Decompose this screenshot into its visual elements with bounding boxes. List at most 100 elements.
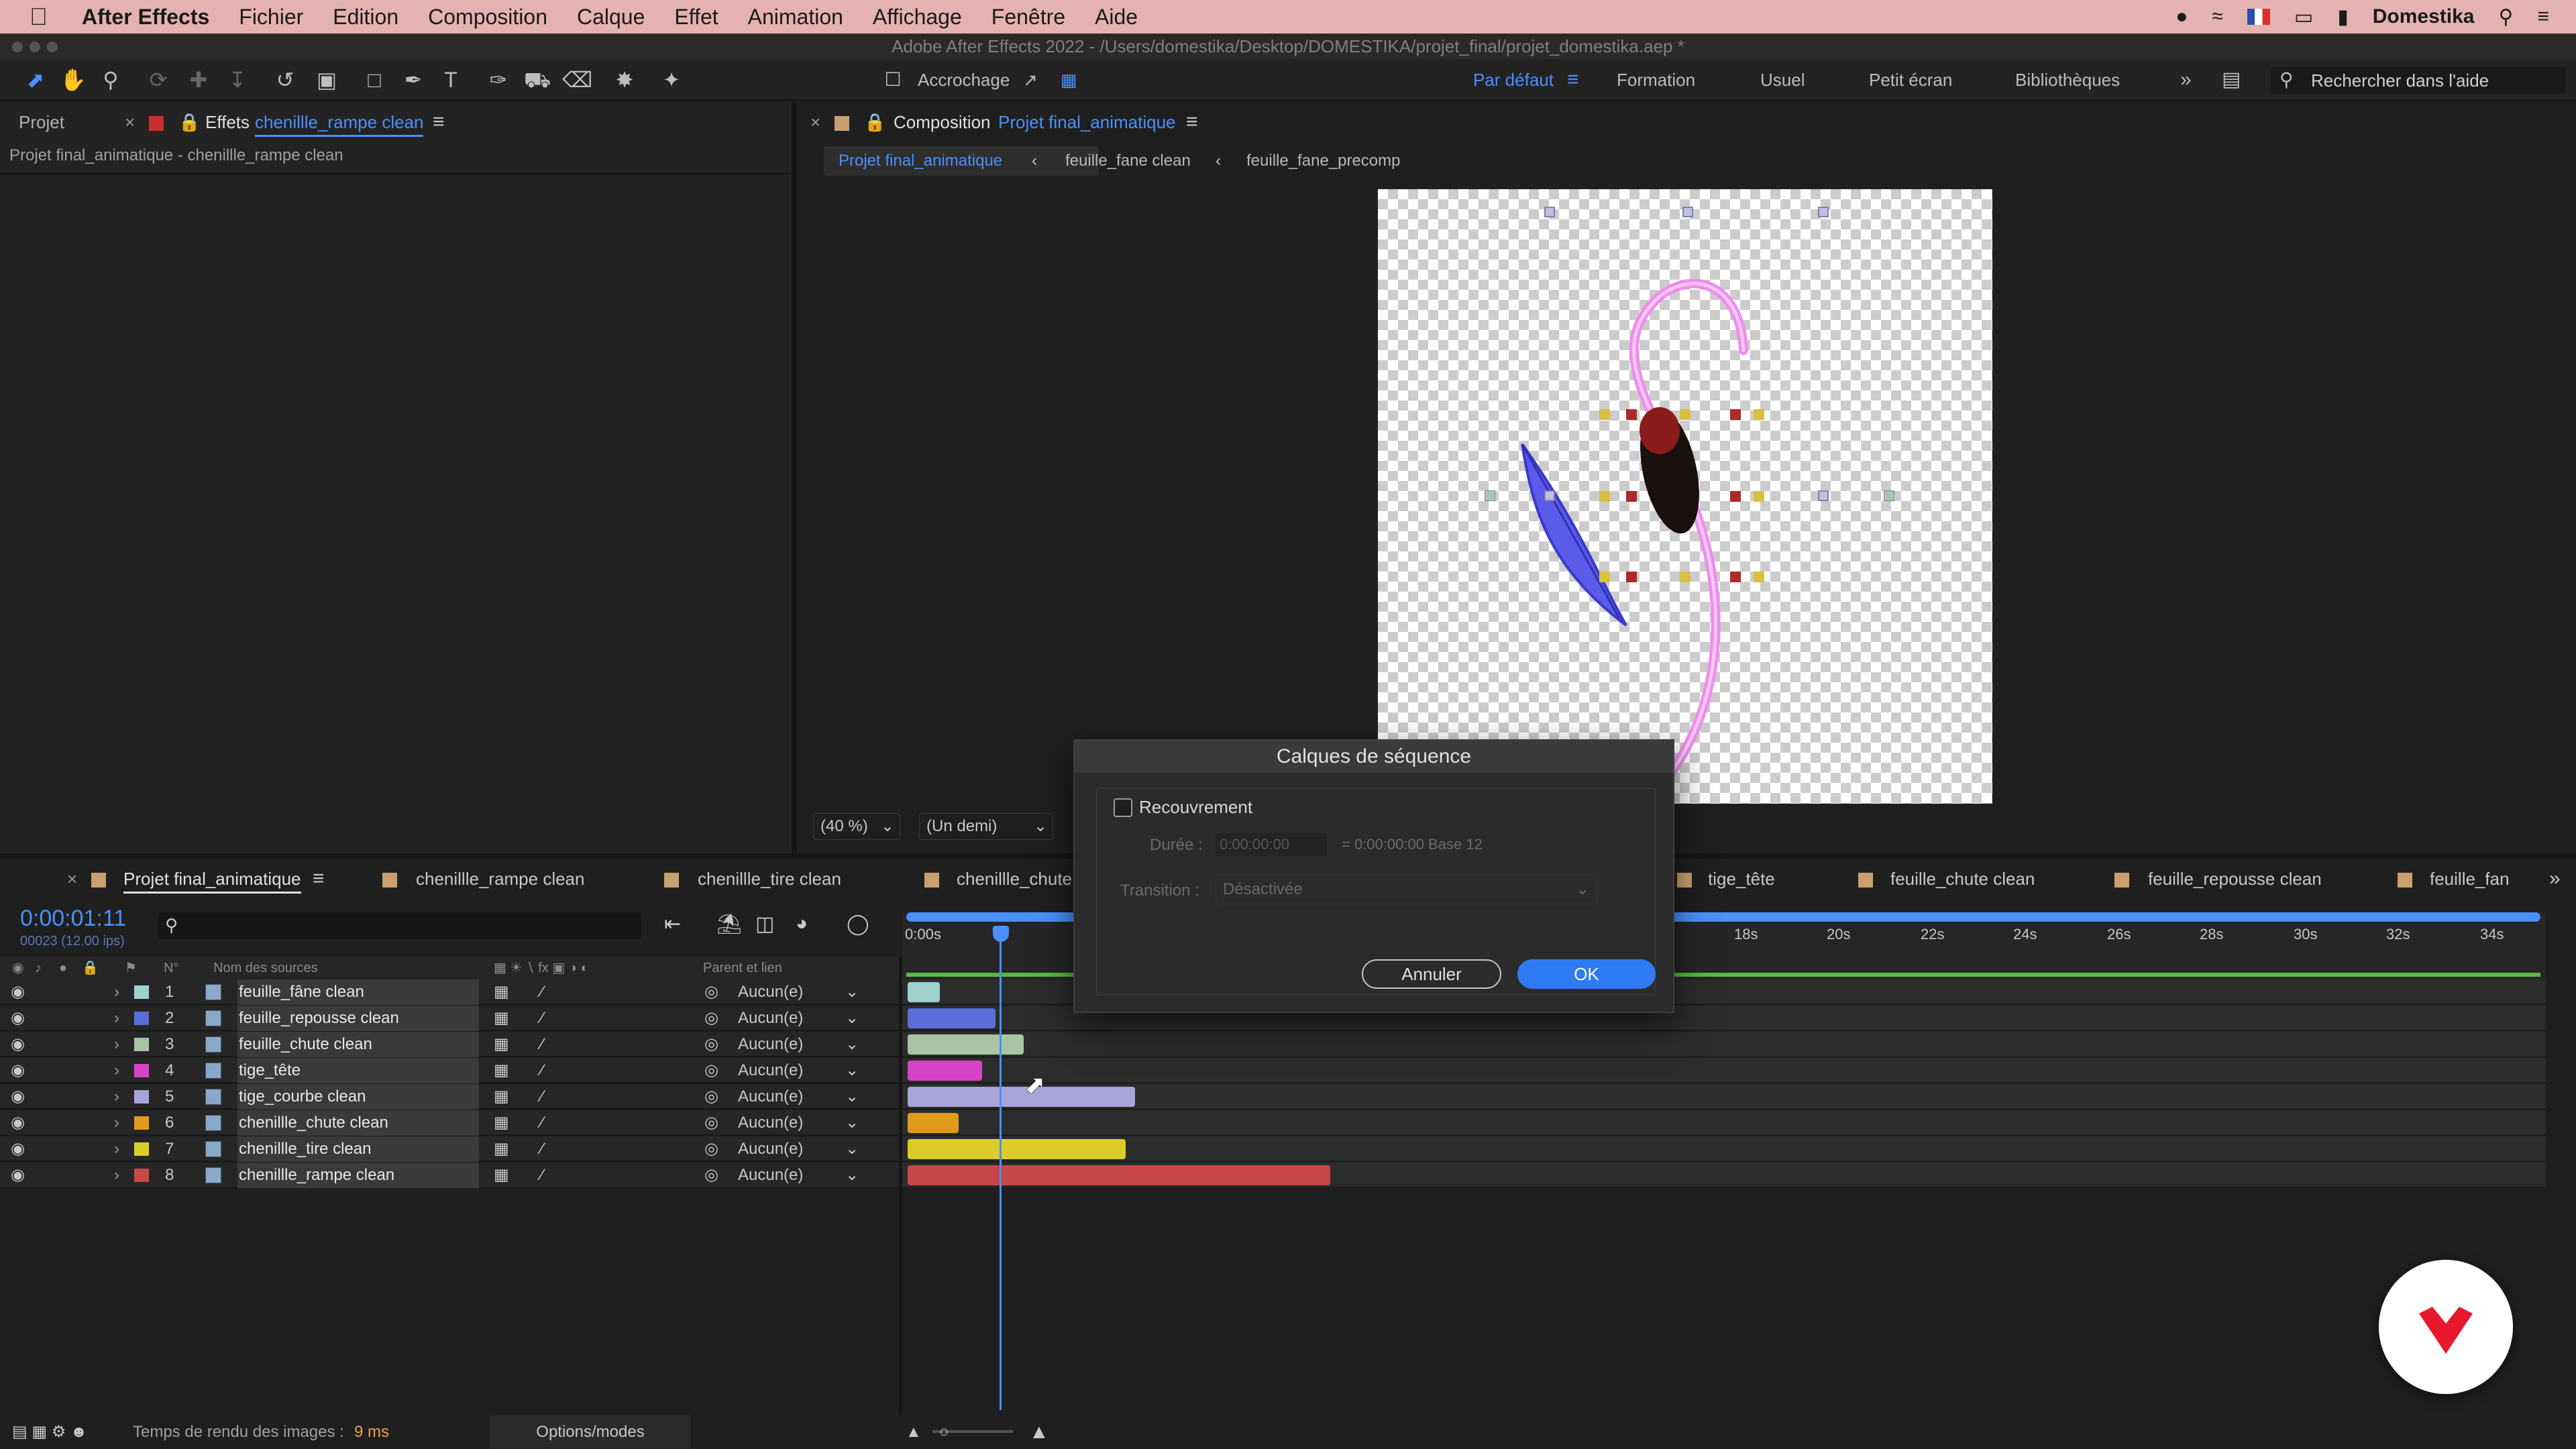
workspace-par-defaut[interactable]: Par défaut: [1473, 59, 1554, 101]
layer-duration-bar[interactable]: [908, 1113, 959, 1133]
transition-select[interactable]: Désactivée ⌄: [1216, 875, 1598, 904]
chevron-down-icon[interactable]: ⌄: [845, 979, 859, 1005]
timeline-divider[interactable]: [899, 957, 902, 1415]
eye-icon[interactable]: ◉: [11, 979, 25, 1005]
anchor-tool-icon[interactable]: ▣: [313, 66, 341, 94]
resolution-select[interactable]: (Un demi) ⌄: [919, 813, 1053, 840]
playhead[interactable]: [1000, 927, 1002, 1410]
eye-icon[interactable]: ◉: [11, 1032, 25, 1057]
quality-switch-icon[interactable]: ∕: [541, 1084, 543, 1110]
parent-value[interactable]: Aucun(e): [738, 1110, 803, 1136]
control-center-icon[interactable]: ≡: [2537, 5, 2549, 28]
quality-switch-icon[interactable]: ∕: [541, 1032, 543, 1057]
timeline-tab-7[interactable]: feuille_fan: [2430, 859, 2530, 899]
timeline-menu-icon[interactable]: ≡: [313, 859, 325, 899]
layer-name[interactable]: feuille_repousse clean: [237, 1006, 479, 1031]
search-icon[interactable]: ⚲: [2499, 5, 2514, 29]
chevron-down-icon[interactable]: ⌄: [845, 1163, 859, 1188]
puppet-tool-icon[interactable]: ✦: [657, 66, 686, 94]
collapse-switch-icon[interactable]: ▦: [494, 1136, 509, 1162]
pen-tool-icon[interactable]: ✒: [399, 66, 427, 94]
comp-mini-flowchart-icon[interactable]: ⇤: [664, 912, 681, 936]
quality-switch-icon[interactable]: ∕: [541, 1006, 543, 1031]
dolly-tool-icon[interactable]: ↧: [223, 66, 252, 94]
stamp-tool-icon[interactable]: ⛟: [523, 66, 551, 94]
pickwhip-icon[interactable]: ◎: [704, 1032, 718, 1057]
layer-row[interactable]: ◉ › 3 feuille_chute clean ▦ ∕ ◎ Aucun(e) ⌄: [0, 1032, 899, 1057]
layer-label-color[interactable]: [134, 1169, 149, 1182]
menu-composition[interactable]: Composition: [428, 5, 547, 30]
parent-value[interactable]: Aucun(e): [738, 1136, 803, 1162]
graph-editor-icon[interactable]: ◯: [847, 912, 869, 936]
tab-composition-name[interactable]: Projet final_animatique: [998, 102, 1176, 142]
close-tab-icon[interactable]: ×: [125, 102, 135, 142]
tab-effects[interactable]: Effets: [205, 102, 250, 142]
menu-animation[interactable]: Animation: [748, 5, 843, 30]
quality-switch-icon[interactable]: ∕: [541, 1163, 543, 1188]
pickwhip-icon[interactable]: ◎: [704, 1163, 718, 1188]
comp-menu-icon[interactable]: ≡: [1186, 102, 1198, 142]
workspace-petit-ecran[interactable]: Petit écran: [1869, 59, 1952, 101]
menu-fenetre[interactable]: Fenêtre: [991, 5, 1065, 30]
menu-calque[interactable]: Calque: [577, 5, 645, 30]
status-icons[interactable]: ▤ ▦ ⚙ ☻: [12, 1415, 87, 1449]
zoom-slider-handle[interactable]: ○: [939, 1415, 949, 1449]
ok-button[interactable]: OK: [1517, 959, 1656, 989]
expand-chevron-icon[interactable]: ›: [114, 1136, 119, 1162]
layer-label-color[interactable]: [134, 1012, 149, 1025]
eye-icon[interactable]: ◉: [11, 1163, 25, 1188]
layer-name[interactable]: chenillle_tire clean: [237, 1136, 479, 1162]
flag-icon[interactable]: [2247, 9, 2270, 25]
timeline-tab-3[interactable]: chenillle_chute: [957, 859, 1072, 899]
layer-name[interactable]: chenillle_chute clean: [237, 1110, 479, 1136]
snap-edges-icon[interactable]: ▦: [1055, 66, 1083, 94]
composition-canvas[interactable]: [1378, 189, 1992, 804]
timeline-tab-1[interactable]: chenillle_rampe clean: [416, 859, 584, 899]
menu-effet[interactable]: Effet: [674, 5, 718, 30]
parent-value[interactable]: Aucun(e): [738, 979, 803, 1005]
layer-row[interactable]: ◉ › 7 chenillle_tire clean ▦ ∕ ◎ Aucun(e) ⌄: [0, 1136, 899, 1162]
expand-chevron-icon[interactable]: ›: [114, 1084, 119, 1110]
layer-name[interactable]: tige_courbe clean: [237, 1084, 479, 1110]
collapse-switch-icon[interactable]: ▦: [494, 1006, 509, 1031]
pickwhip-icon[interactable]: ◎: [704, 1006, 718, 1031]
panel-menu-icon[interactable]: ≡: [433, 102, 445, 142]
layer-duration-bar[interactable]: [908, 1008, 996, 1028]
pickwhip-icon[interactable]: ◎: [704, 1084, 718, 1110]
zoom-select[interactable]: (40 %) ⌄: [813, 813, 900, 840]
draft-3d-icon[interactable]: ⛱: [716, 912, 742, 936]
eye-icon[interactable]: ◉: [11, 1084, 25, 1110]
expand-chevron-icon[interactable]: ›: [114, 1032, 119, 1057]
expand-chevron-icon[interactable]: ›: [114, 1058, 119, 1083]
zoom-in-icon[interactable]: ▲: [1029, 1415, 1049, 1449]
rotate-tool-icon[interactable]: ↺: [271, 66, 299, 94]
tab-project[interactable]: Projet: [19, 102, 64, 142]
expand-chevron-icon[interactable]: ›: [114, 1006, 119, 1031]
pan-tool-icon[interactable]: ✚: [184, 66, 213, 94]
layer-row[interactable]: ◉ › 6 chenillle_chute clean ▦ ∕ ◎ Aucun(e) ⌄: [0, 1110, 899, 1136]
layer-duration-bar[interactable]: [908, 982, 941, 1002]
eye-icon[interactable]: ◉: [11, 1110, 25, 1136]
layer-label-color[interactable]: [134, 985, 149, 999]
col-source-name[interactable]: Nom des sources: [213, 957, 318, 979]
pickwhip-icon[interactable]: ◎: [704, 1110, 718, 1136]
quality-switch-icon[interactable]: ∕: [541, 979, 543, 1005]
pickwhip-icon[interactable]: ◎: [704, 1136, 718, 1162]
layer-row[interactable]: ◉ › 2 feuille_repousse clean ▦ ∕ ◎ Aucun(e) ⌄: [0, 1006, 899, 1031]
creative-cloud-icon[interactable]: ●: [2176, 5, 2188, 28]
expand-chevron-icon[interactable]: ›: [114, 979, 119, 1005]
layer-duration-bar[interactable]: [908, 1061, 982, 1081]
brush-tool-icon[interactable]: ✑: [484, 66, 513, 94]
zoom-out-icon[interactable]: ▲: [906, 1415, 922, 1449]
layer-duration-bar[interactable]: [908, 1034, 1024, 1055]
timeline-tab-2[interactable]: chenillle_tire clean: [698, 859, 841, 899]
timeline-tab-4[interactable]: tige_tête: [1708, 859, 1775, 899]
layer-duration-bar[interactable]: [908, 1165, 1330, 1185]
parent-value[interactable]: Aucun(e): [738, 1163, 803, 1188]
frame-blending-icon[interactable]: ◫: [755, 912, 774, 936]
collapse-switch-icon[interactable]: ▦: [494, 1058, 509, 1083]
comp-lock-icon[interactable]: 🔒: [864, 102, 885, 142]
playhead-handle[interactable]: [993, 926, 1009, 942]
display-icon[interactable]: ▭: [2294, 5, 2313, 29]
layer-name[interactable]: tige_tête: [237, 1058, 479, 1083]
